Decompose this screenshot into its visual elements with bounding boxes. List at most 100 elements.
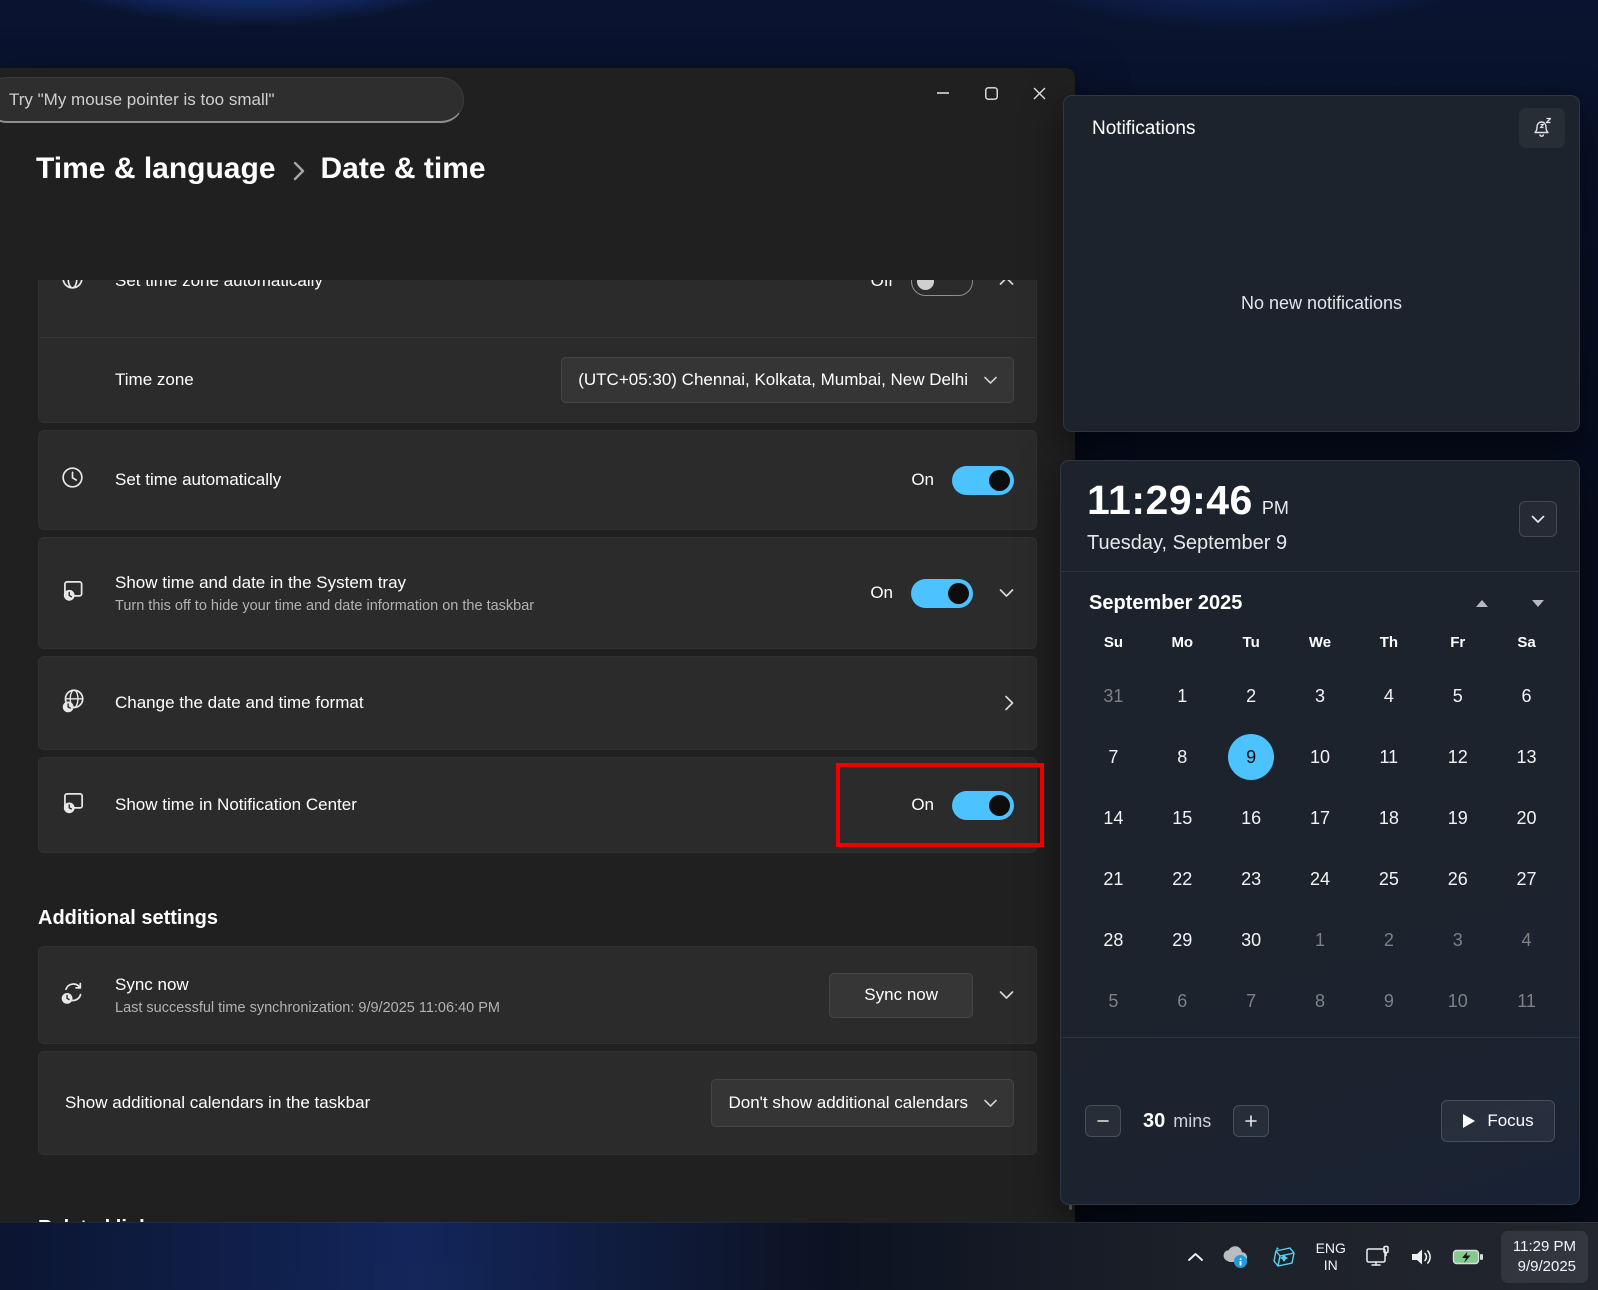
battery-icon[interactable] [1448,1242,1488,1272]
breadcrumb-parent[interactable]: Time & language [36,152,276,186]
calendar-day[interactable]: 15 [1148,796,1217,840]
minimize-button[interactable] [919,72,967,114]
do-not-disturb-button[interactable] [1519,108,1565,148]
calendar-day[interactable]: 19 [1423,796,1492,840]
calendar-day[interactable]: 10 [1286,735,1355,779]
set-time-auto-state: On [911,470,934,490]
minus-icon [1097,1115,1109,1127]
calendar-day[interactable]: 10 [1423,979,1492,1023]
system-tray-state: On [870,583,893,603]
change-format-label: Change the date and time format [115,693,978,713]
calendar-day[interactable]: 28 [1079,918,1148,962]
calendar-day[interactable]: 31 [1079,674,1148,718]
decrease-minutes-button[interactable] [1085,1105,1121,1137]
sync-now-button[interactable]: Sync now [829,973,973,1018]
focus-session-bar: 30 mins Focus [1061,1038,1579,1204]
calendar-day[interactable]: 30 [1217,918,1286,962]
calendar-day[interactable]: 11 [1492,979,1561,1023]
calendar-day[interactable]: 2 [1217,674,1286,718]
calendar-day[interactable]: 21 [1079,857,1148,901]
set-time-zone-auto-toggle[interactable] [911,280,973,296]
calendar-day[interactable]: 23 [1217,857,1286,901]
search-input[interactable] [9,90,439,110]
calendar-day-selected[interactable]: 9 [1217,735,1286,779]
calendar-day[interactable]: 25 [1354,857,1423,901]
time-zone-label: Time zone [115,370,561,390]
calendar-day[interactable]: 18 [1354,796,1423,840]
taskbar: ENG IN 11:29 PM 9/9 [0,1222,1598,1290]
collapse-calendar-button[interactable] [1519,501,1557,537]
calendar-day[interactable]: 20 [1492,796,1561,840]
calendar-day[interactable]: 14 [1079,796,1148,840]
close-button[interactable] [1015,72,1063,114]
globe-clock-icon [59,687,87,720]
collapse-chevron-icon[interactable] [999,280,1014,286]
hidden-icons-button[interactable] [1183,1248,1208,1266]
settings-search-box[interactable] [0,77,464,123]
calendar-day[interactable]: 7 [1217,979,1286,1023]
additional-calendars-dropdown[interactable]: Don't show additional calendars [711,1079,1014,1127]
calendar-day[interactable]: 17 [1286,796,1355,840]
volume-icon[interactable] [1405,1241,1439,1273]
calendar-day[interactable]: 1 [1148,674,1217,718]
row-notification-center: Show time in Notification Center On [39,758,1036,852]
minimize-icon [937,87,949,99]
calendar-day[interactable]: 12 [1423,735,1492,779]
calendar-prev-month-button[interactable] [1475,599,1489,608]
increase-minutes-button[interactable] [1233,1105,1269,1137]
notification-center-toggle[interactable] [952,791,1014,820]
row-system-tray[interactable]: Show time and date in the System tray Tu… [39,538,1036,648]
calendar-day[interactable]: 8 [1148,735,1217,779]
system-tray-toggle[interactable] [911,579,973,608]
settings-window: Time & language Date & time Set time zon… [0,68,1075,1222]
window-controls [919,72,1063,114]
calendar-day[interactable]: 16 [1217,796,1286,840]
calendar-day[interactable]: 4 [1492,918,1561,962]
time-zone-dropdown[interactable]: (UTC+05:30) Chennai, Kolkata, Mumbai, Ne… [561,357,1014,403]
system-tray-label: Show time and date in the System tray [115,573,870,593]
onedrive-icon[interactable] [1217,1240,1255,1274]
current-time: 11:29:46 [1087,477,1253,524]
language-line1: ENG [1316,1240,1346,1257]
card-sync: Sync now Last successful time synchroniz… [38,946,1037,1044]
calendar-day[interactable]: 2 [1354,918,1423,962]
chevron-right-icon [1004,695,1014,711]
focus-button[interactable]: Focus [1441,1100,1555,1142]
calendar-day[interactable]: 24 [1286,857,1355,901]
calendar-day[interactable]: 13 [1492,735,1561,779]
calendar-day[interactable]: 29 [1148,918,1217,962]
row-change-format[interactable]: Change the date and time format [39,657,1036,749]
calendar-day[interactable]: 9 [1354,979,1423,1023]
chevron-down-icon [984,376,997,385]
calendar-day[interactable]: 22 [1148,857,1217,901]
calendar-day[interactable]: 4 [1354,674,1423,718]
notification-clock-icon [59,789,87,822]
calendar-day[interactable]: 3 [1286,674,1355,718]
maximize-button[interactable] [967,72,1015,114]
taskbar-clock[interactable]: 11:29 PM 9/9/2025 [1501,1231,1588,1283]
calendar-day[interactable]: 5 [1079,979,1148,1023]
set-time-auto-toggle[interactable] [952,466,1014,495]
expand-chevron-icon[interactable] [999,588,1014,598]
calendar-next-month-button[interactable] [1531,599,1545,608]
cast-display-icon[interactable] [1360,1240,1396,1274]
calendar-day[interactable]: 27 [1492,857,1561,901]
card-time-zone: Set time zone automatically Off Time zon… [38,280,1037,423]
calendar-day[interactable]: 7 [1079,735,1148,779]
calendar-day[interactable]: 26 [1423,857,1492,901]
sync-label: Sync now [115,975,829,995]
calendar-day[interactable]: 6 [1148,979,1217,1023]
calendar-day[interactable]: 5 [1423,674,1492,718]
calendar-day[interactable]: 3 [1423,918,1492,962]
taskbar-date: 9/9/2025 [1513,1257,1576,1277]
calendar-day[interactable]: 6 [1492,674,1561,718]
language-indicator[interactable]: ENG IN [1316,1240,1346,1274]
notifications-title: Notifications [1092,118,1196,139]
expand-chevron-icon[interactable] [999,990,1014,1000]
calendar-day[interactable]: 8 [1286,979,1355,1023]
sync-description: Last successful time synchronization: 9/… [115,1000,829,1016]
calendar-day[interactable]: 1 [1286,918,1355,962]
calendar-day[interactable]: 11 [1354,735,1423,779]
clock-calendar-panel: 11:29:46 PM Tuesday, September 9 Septemb… [1060,460,1580,1205]
game-bar-icon[interactable] [1264,1239,1302,1275]
